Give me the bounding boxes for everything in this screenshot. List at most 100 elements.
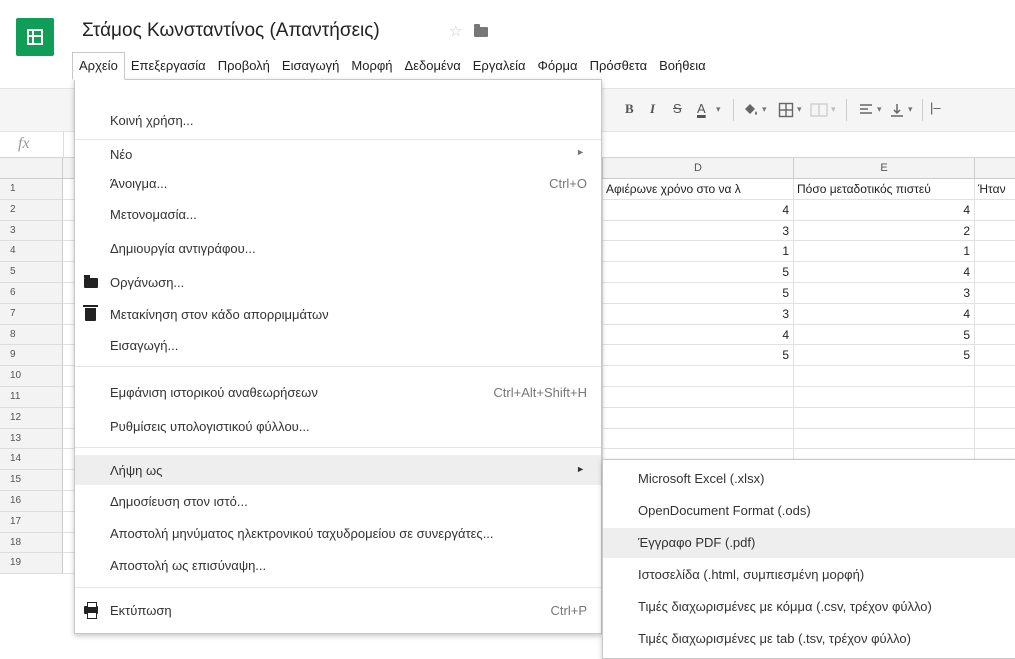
bold-button[interactable]: B [625, 101, 634, 117]
table-cell[interactable]: 4 [794, 262, 975, 283]
table-cell[interactable]: Ήταν [975, 179, 1015, 200]
menu-item-download-as[interactable]: Λήψη ως ► [75, 455, 601, 485]
table-cell[interactable] [794, 387, 975, 408]
row-header[interactable]: 6 [0, 283, 63, 304]
star-icon[interactable]: ☆ [449, 22, 462, 40]
table-cell[interactable]: Αφιέρωνε χρόνο στο να λ [603, 179, 794, 200]
menu-divider [75, 447, 601, 448]
table-cell[interactable]: 3 [603, 220, 794, 242]
row-header[interactable]: 8 [0, 324, 63, 346]
valign-bottom-icon[interactable] [889, 102, 905, 118]
menu-view[interactable]: Προβολή [212, 52, 276, 80]
table-cell[interactable]: 3 [794, 283, 975, 304]
strikethrough-button[interactable]: S [673, 101, 682, 116]
table-cell[interactable]: 4 [603, 324, 794, 346]
table-cell[interactable] [975, 221, 1015, 242]
fill-color-icon[interactable] [742, 101, 760, 119]
table-cell[interactable] [603, 387, 794, 408]
table-cell[interactable] [975, 241, 1015, 263]
table-cell[interactable] [794, 428, 975, 450]
download-xlsx[interactable]: Microsoft Excel (.xlsx) [603, 464, 1015, 494]
menu-data[interactable]: Δεδομένα [399, 52, 467, 80]
download-csv[interactable]: Τιμές διαχωρισμένες με κόμμα (.csv, τρέχ… [603, 592, 1015, 622]
download-html[interactable]: Ιστοσελίδα (.html, συμπιεσμένη μορφή) [603, 560, 1015, 590]
column-header-f[interactable] [975, 158, 1015, 179]
table-cell[interactable] [603, 407, 794, 429]
row-header[interactable]: 18 [0, 532, 63, 554]
table-cell[interactable] [975, 304, 1015, 325]
chevron-down-icon[interactable]: ▾ [908, 104, 913, 115]
table-cell[interactable]: 2 [794, 220, 975, 242]
table-cell[interactable] [975, 262, 1015, 283]
menu-help[interactable]: Βοήθεια [653, 52, 712, 80]
sheets-logo-icon[interactable] [16, 18, 54, 56]
table-cell[interactable] [794, 366, 975, 387]
row-header[interactable]: 14 [0, 449, 63, 471]
italic-button[interactable]: I [650, 101, 655, 117]
row-header[interactable]: 10 [0, 366, 63, 387]
row-header[interactable]: 16 [0, 491, 63, 512]
row-header[interactable]: 13 [0, 428, 63, 450]
row-header[interactable]: 9 [0, 345, 63, 367]
chevron-down-icon[interactable]: ▾ [716, 104, 721, 115]
row-header[interactable]: 15 [0, 470, 63, 491]
row-header[interactable]: 2 [0, 199, 63, 221]
row-header[interactable]: 12 [0, 407, 63, 429]
menu-edit[interactable]: Επεξεργασία [125, 52, 212, 80]
table-cell[interactable] [794, 407, 975, 429]
table-cell[interactable] [603, 366, 794, 387]
table-cell[interactable]: 5 [603, 262, 794, 283]
table-cell[interactable]: 4 [794, 199, 975, 221]
table-cell[interactable] [975, 429, 1015, 450]
row-header[interactable]: 19 [0, 553, 63, 575]
borders-icon[interactable] [778, 102, 794, 118]
text-wrap-icon[interactable]: |– [930, 100, 941, 115]
row-header[interactable]: 17 [0, 511, 63, 533]
column-header-d[interactable]: D [603, 158, 794, 179]
menu-insert[interactable]: Εισαγωγή [276, 52, 345, 80]
download-pdf[interactable]: Έγγραφο PDF (.pdf) [603, 528, 1015, 558]
menu-form[interactable]: Φόρμα [532, 52, 584, 80]
table-cell[interactable]: 1 [794, 241, 975, 263]
download-ods[interactable]: OpenDocument Format (.ods) [603, 496, 1015, 526]
column-header-e[interactable]: E [794, 158, 975, 179]
align-left-icon[interactable] [858, 102, 874, 118]
formula-bar-divider [63, 132, 64, 157]
table-cell[interactable] [975, 345, 1015, 367]
table-cell[interactable] [975, 283, 1015, 304]
text-color-button[interactable]: A [697, 101, 706, 116]
table-cell[interactable]: 1 [603, 241, 794, 263]
row-header[interactable]: 1 [0, 179, 63, 200]
trash-icon [83, 305, 98, 321]
row-header[interactable]: 4 [0, 241, 63, 263]
menu-file[interactable]: Αρχείο [72, 52, 125, 80]
table-cell[interactable] [975, 200, 1015, 221]
table-cell[interactable]: 4 [603, 199, 794, 221]
table-cell[interactable]: 5 [603, 283, 794, 304]
table-cell[interactable] [603, 428, 794, 450]
row-header[interactable]: 5 [0, 262, 63, 283]
table-cell[interactable]: 3 [603, 303, 794, 325]
menu-tools[interactable]: Εργαλεία [467, 52, 532, 80]
chevron-down-icon[interactable]: ▾ [762, 104, 767, 115]
table-cell[interactable]: 5 [794, 324, 975, 346]
table-cell[interactable] [975, 408, 1015, 429]
row-header[interactable]: 3 [0, 220, 63, 242]
select-all-corner[interactable] [0, 158, 63, 179]
chevron-down-icon[interactable]: ▾ [877, 104, 882, 115]
table-cell[interactable] [975, 387, 1015, 408]
table-cell[interactable]: 5 [603, 345, 794, 367]
row-header[interactable]: 7 [0, 303, 63, 325]
table-cell[interactable]: 4 [794, 303, 975, 325]
row-header[interactable]: 11 [0, 387, 63, 408]
table-cell[interactable]: 5 [794, 345, 975, 367]
table-cell[interactable] [975, 325, 1015, 346]
chevron-down-icon[interactable]: ▾ [797, 104, 802, 115]
table-cell[interactable] [975, 366, 1015, 387]
table-cell[interactable]: Πόσο μεταδοτικός πιστεύ [794, 179, 975, 200]
document-title[interactable]: Στάμος Κωνσταντίνος (Απαντήσεις) [82, 20, 380, 42]
menu-addons[interactable]: Πρόσθετα [584, 52, 654, 80]
menu-format[interactable]: Μορφή [345, 52, 398, 80]
download-tsv[interactable]: Τιμές διαχωρισμένες με tab (.tsv, τρέχον… [603, 624, 1015, 654]
folder-icon[interactable] [474, 24, 488, 37]
